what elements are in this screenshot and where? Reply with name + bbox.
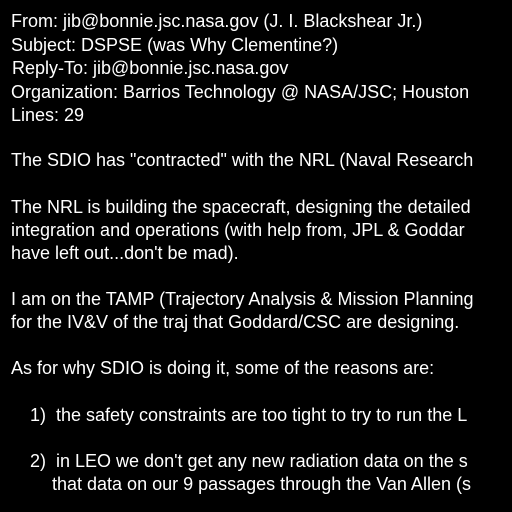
- reason-2-line-1: 2) in LEO we don't get any new radiation…: [30, 451, 468, 471]
- body-paragraph-3-line-2: for the IV&V of the traj that Goddard/CS…: [11, 312, 460, 332]
- body-paragraph-3-line-1: I am on the TAMP (Trajectory Analysis & …: [11, 289, 474, 309]
- body-paragraph-2-line-2: integration and operations (with help fr…: [11, 220, 465, 240]
- header-reply-to: Reply-To: jib@bonnie.jsc.nasa.gov: [12, 58, 289, 78]
- body-paragraph-1: The SDIO has "contracted" with the NRL (…: [11, 150, 474, 170]
- header-from: From: jib@bonnie.jsc.nasa.gov (J. I. Bla…: [11, 11, 423, 31]
- reason-1: 1) the safety constraints are too tight …: [30, 405, 468, 425]
- header-organization: Organization: Barrios Technology @ NASA/…: [11, 82, 470, 102]
- email-document: From: jib@bonnie.jsc.nasa.gov (J. I. Bla…: [0, 0, 512, 512]
- reason-2-line-2: that data on our 9 passages through the …: [52, 474, 471, 494]
- body-paragraph-4: As for why SDIO is doing it, some of the…: [11, 358, 435, 378]
- header-subject: Subject: DSPSE (was Why Clementine?): [11, 35, 339, 55]
- body-paragraph-2-line-3: have left out...don't be mad).: [11, 243, 239, 263]
- body-paragraph-2-line-1: The NRL is building the spacecraft, desi…: [11, 197, 471, 217]
- header-lines: Lines: 29: [11, 105, 85, 125]
